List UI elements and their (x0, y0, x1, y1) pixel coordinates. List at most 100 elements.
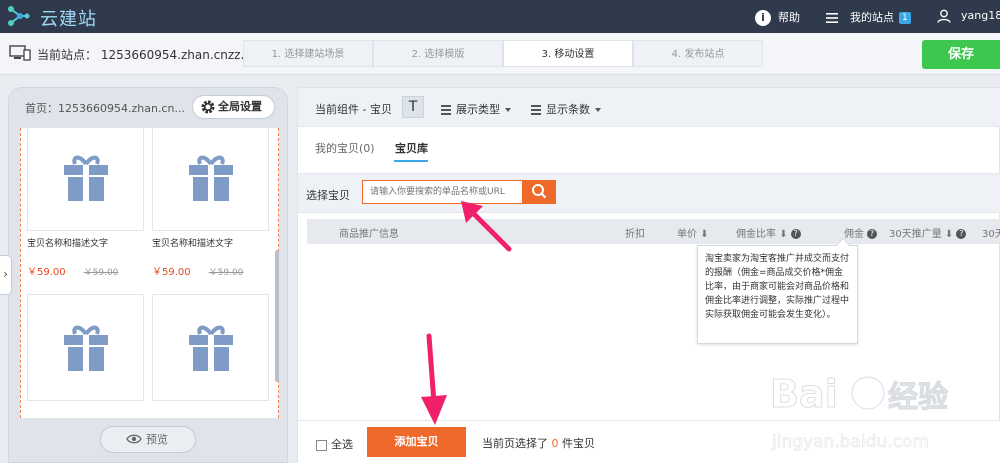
user-icon (937, 9, 951, 23)
my-sites-label: 我的站点 (850, 11, 894, 24)
svg-text:Bai: Bai (770, 372, 838, 416)
annotation-arrow (421, 333, 447, 425)
site-bar: 当前站点： 1253660954.zhan.cnzz.net 1. 选择建站场景… (0, 33, 1000, 75)
current-component-label: 当前组件 - 宝贝 (315, 103, 392, 116)
add-product-button[interactable]: 添加宝贝 (367, 427, 466, 457)
current-site-domain: 1253660954.zhan.cnzz.net (100, 48, 264, 62)
col-30day-promotion[interactable]: 30天推广量 ⬇? (889, 225, 967, 240)
svg-text:jingyan.baidu.com: jingyan.baidu.com (771, 432, 929, 452)
selected-count: 0 (551, 437, 559, 450)
watermark-logo: Bai 经验 jingyan.baidu.com (770, 372, 949, 453)
display-count-dropdown[interactable]: 显示条数 (531, 101, 601, 117)
app-title: 云建站 (40, 9, 97, 30)
active-tab-indicator (394, 160, 428, 162)
chevron-right-icon: › (3, 267, 8, 281)
col-unit-price[interactable]: 单价 ⬇ (677, 225, 709, 240)
info-icon: i (755, 10, 771, 26)
step-select-template[interactable]: 2. 选择模版 (373, 40, 503, 67)
tab-my-products[interactable]: 我的宝贝(0) (315, 140, 375, 156)
my-sites-link[interactable]: 我的站点 1 (826, 9, 911, 25)
phone-screen: 宝贝名称和描述文字 ￥59.00 ￥59.00 宝贝名称和描述文字 ￥59.00 ￥… (20, 128, 279, 418)
product-card[interactable]: 宝贝名称和描述文字 ￥59.00 ￥59.00 (27, 128, 144, 278)
product-image (152, 128, 269, 231)
text-style-button[interactable]: T (402, 96, 424, 118)
svg-text:经验: 经验 (888, 380, 948, 415)
select-all-label: 全选 (331, 438, 353, 451)
col-discount: 折扣 (625, 229, 645, 240)
product-price: ￥59.00 (152, 267, 191, 278)
eye-icon (126, 434, 142, 444)
annotation-arrow (461, 201, 512, 252)
product-image (152, 294, 269, 401)
col-commission[interactable]: 佣金? (844, 225, 877, 240)
table-header: 商品推广信息 折扣 单价 ⬇ 佣金比率 ⬇? 佣金? 30天推广量 ⬇? 30天 (307, 219, 1000, 244)
question-icon[interactable]: ? (956, 229, 967, 239)
product-search-row: 选择宝贝 (298, 173, 1000, 213)
display-count-label: 显示条数 (546, 103, 590, 116)
username: yang18 (961, 9, 1000, 22)
product-card[interactable]: 宝贝名称和描述文字 ￥59.00 ￥59.00 (152, 128, 269, 278)
col-30day-promotion-label: 30天推广量 (889, 229, 942, 240)
gear-icon (201, 100, 215, 114)
search-button[interactable] (522, 180, 556, 204)
step-mobile-settings[interactable]: 3. 移动设置 (503, 40, 633, 67)
preview-scrollbar[interactable] (275, 250, 279, 382)
col-commission-rate[interactable]: 佣金比率 ⬇? (736, 225, 801, 240)
product-old-price: ￥59.00 (208, 268, 244, 278)
preview-button[interactable]: 预览 (100, 426, 196, 453)
product-image (27, 128, 144, 231)
question-icon[interactable]: ? (790, 229, 801, 239)
preview-page-title: 首页：1253660954.zhan.cn... (25, 102, 185, 115)
collapse-panel-button[interactable]: › (0, 255, 12, 295)
current-site: 当前站点： 1253660954.zhan.cnzz.net (37, 46, 264, 63)
commission-tooltip: 淘宝卖家为淘宝客推广并成交而支付的报酬（佣金=商品成交价格*佣金比率，由于商家可… (697, 237, 858, 344)
tab-product-library[interactable]: 宝贝库 (395, 140, 428, 156)
display-type-label: 展示类型 (456, 103, 500, 116)
step-select-scene[interactable]: 1. 选择建站场景 (243, 40, 373, 67)
top-nav-bar: 云建站 i 帮助 我的站点 1 yang18 (0, 0, 1000, 33)
gift-icon (189, 155, 233, 201)
component-toolbar: 当前组件 - 宝贝 T 展示类型 显示条数 (298, 88, 1000, 127)
col-30day-more: 30天 (982, 229, 1000, 240)
product-name: 宝贝名称和描述文字 (27, 239, 109, 248)
gift-icon (64, 325, 108, 371)
preview-label: 预览 (146, 433, 168, 446)
sort-down-icon: ⬇ (700, 229, 709, 240)
my-sites-badge: 1 (899, 12, 911, 24)
sort-down-icon: ⬇ (944, 229, 954, 240)
global-settings-label: 全局设置 (218, 100, 262, 113)
mobile-preview-panel: 首页：1253660954.zhan.cn... 全局设置 宝贝名称和描述文字 … (8, 87, 288, 463)
display-type-dropdown[interactable]: 展示类型 (441, 101, 511, 117)
product-old-price: ￥59.00 (83, 268, 119, 278)
search-label: 选择宝贝 (306, 189, 350, 202)
col-unit-price-label: 单价 (677, 229, 697, 240)
logo-icon (8, 6, 30, 26)
step-publish-site[interactable]: 4. 发布站点 (633, 40, 763, 67)
checkbox-icon (316, 439, 327, 451)
product-image (27, 294, 144, 401)
selected-count-text: 当前页选择了 0 件宝贝 (482, 437, 595, 450)
tooltip-text: 淘宝卖家为淘宝客推广并成交而支付的报酬（佣金=商品成交价格*佣金比率，由于商家可… (705, 254, 850, 320)
col-commission-rate-label: 佣金比率 (736, 229, 776, 240)
save-button[interactable]: 保存 (922, 40, 1000, 69)
search-icon (532, 184, 547, 199)
current-site-label: 当前站点： (37, 48, 98, 62)
product-price: ￥59.00 (27, 267, 66, 278)
gift-icon (189, 325, 233, 371)
help-link[interactable]: i 帮助 (755, 9, 800, 26)
menu-icon (826, 13, 838, 23)
question-icon[interactable]: ? (867, 229, 877, 239)
select-all-checkbox[interactable]: 全选 (316, 436, 353, 452)
caret-down-icon (595, 108, 601, 112)
user-menu[interactable]: yang18 (937, 9, 1000, 23)
caret-down-icon (505, 108, 511, 112)
product-card[interactable] (27, 294, 144, 401)
global-settings-button[interactable]: 全局设置 (192, 95, 275, 119)
product-card[interactable] (152, 294, 269, 401)
monitor-icon (9, 45, 31, 61)
col-product-info: 商品推广信息 (339, 229, 399, 240)
gift-icon (64, 155, 108, 201)
help-label: 帮助 (778, 11, 800, 24)
sort-down-icon: ⬇ (779, 229, 788, 240)
col-commission-label: 佣金 (844, 229, 864, 240)
